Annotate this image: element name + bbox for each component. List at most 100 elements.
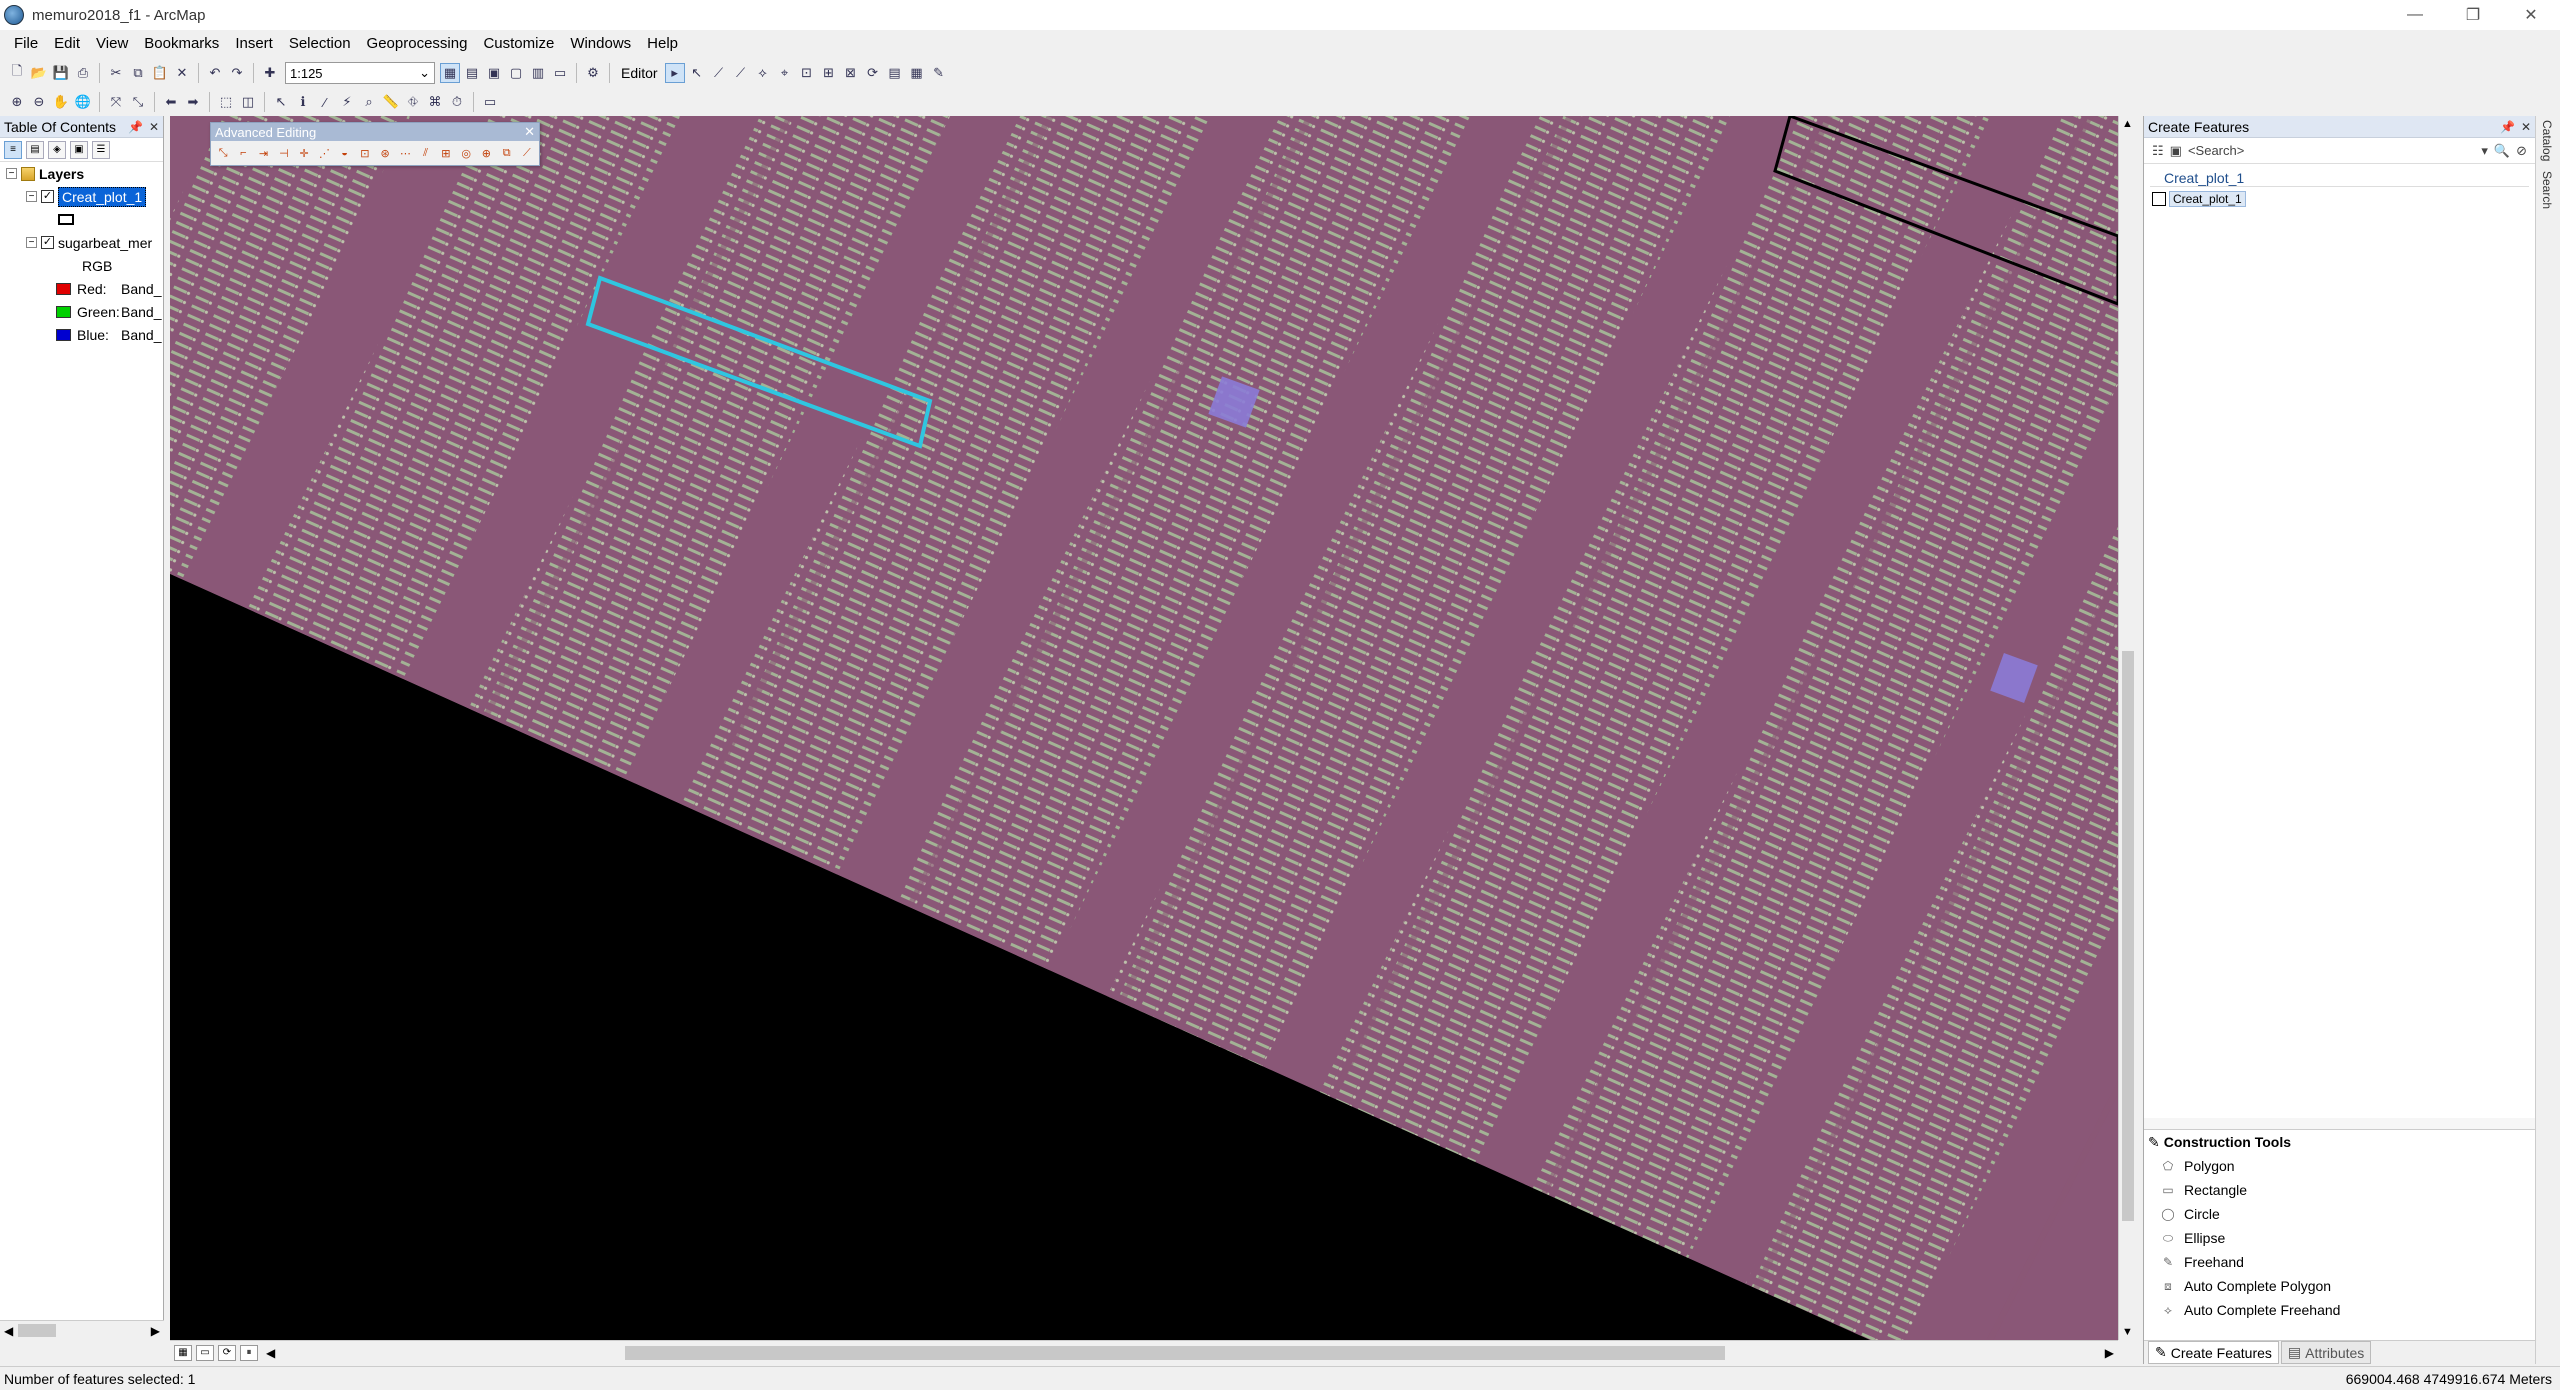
template-group-header[interactable]: Creat_plot_1 [2150,164,2529,187]
pause-drawing-icon[interactable]: ⏸ [240,1344,258,1361]
reshape-icon[interactable]: ⊡ [797,63,817,83]
rotate-icon[interactable]: ⟳ [863,63,883,83]
menu-help[interactable]: Help [639,31,686,57]
map-vertical-scrollbar[interactable]: ▲ ▼ [2118,116,2136,1340]
collapse-icon[interactable]: − [26,191,37,202]
data-view-icon[interactable]: ▦ [174,1344,192,1361]
scroll-right-icon[interactable]: ▶ [2105,1346,2114,1360]
close-icon[interactable]: ✕ [149,120,159,134]
trace-icon[interactable]: ⟡ [753,63,773,83]
menu-edit[interactable]: Edit [46,31,88,57]
search-icon[interactable]: 🔍 [2494,143,2510,159]
tool-ellipse[interactable]: ⬭ Ellipse [2144,1226,2536,1250]
catalog-side-tab[interactable]: Catalog [2540,120,2554,161]
map-scale-dropdown[interactable]: 1:125 ⌄ [285,62,435,84]
scroll-up-icon[interactable]: ▲ [2122,118,2133,130]
green-band-swatch[interactable] [56,305,71,318]
editor-toolbar-toggle-icon[interactable]: ▦ [440,63,460,83]
select-features-icon[interactable]: ⬚ [216,92,236,112]
endpoint-arc-icon[interactable]: ⟋ [731,63,751,83]
tab-attributes[interactable]: ▤ Attributes [2280,1341,2372,1364]
back-extent-icon[interactable]: ⬅ [161,92,181,112]
merge-icon[interactable]: ⊞ [438,144,454,162]
close-icon[interactable]: ✕ [2521,120,2531,134]
toc-row-layers[interactable]: − Layers [0,162,163,185]
list-by-selection-icon[interactable]: ▣ [70,140,88,159]
goto-xy-icon[interactable]: ⌘ [425,92,445,112]
cut-icon[interactable]: ✂ [106,63,126,83]
scroll-left-icon[interactable]: ◀ [4,1324,13,1338]
layer-visibility-checkbox[interactable]: ✓ [41,190,54,203]
table-window-icon[interactable]: ▤ [462,63,482,83]
edit-vertices-icon[interactable]: ⌖ [775,63,795,83]
advanced-editing-titlebar[interactable]: Advanced Editing ✕ [211,123,539,141]
layer-name-creat-plot[interactable]: Creat_plot_1 [58,186,147,207]
menu-view[interactable]: View [88,31,136,57]
tool-auto-complete-freehand[interactable]: ⟡ Auto Complete Freehand [2144,1298,2536,1322]
full-extent-icon[interactable]: 🌐 [73,92,93,112]
toc-horizontal-scrollbar[interactable]: ◀ ▶ [0,1320,164,1340]
layer-name-sugarbeat[interactable]: sugarbeat_mer [58,235,152,251]
split-multipart-icon[interactable]: ⋰ [316,144,332,162]
construct-geodetic-icon[interactable]: ◒ [337,144,353,162]
new-document-icon[interactable]: 🗋 [7,63,27,83]
time-slider-icon[interactable]: ⏱ [447,92,467,112]
straight-segment-icon[interactable]: ⟋ [709,63,729,83]
scroll-thumb[interactable] [625,1346,1725,1360]
layer-filter-icon[interactable]: ▣ [2170,143,2182,159]
feature-template-creat-plot[interactable]: Creat_plot_1 [2144,187,2535,211]
catalog-window-icon[interactable]: ▣ [484,63,504,83]
trim-icon[interactable]: ⊣ [276,144,292,162]
scroll-thumb[interactable] [18,1324,56,1337]
split-icon[interactable]: ⊠ [841,63,861,83]
redo-icon[interactable]: ↷ [227,63,247,83]
scroll-left-icon[interactable]: ◀ [266,1346,275,1360]
search-window-icon[interactable]: ▢ [506,63,526,83]
model-builder-icon[interactable]: ⚙ [583,63,603,83]
undo-icon[interactable]: ↶ [205,63,225,83]
clip-icon[interactable]: ⧉ [499,144,515,162]
create-viewer-icon[interactable]: ▭ [480,92,500,112]
tool-circle[interactable]: ◯ Circle [2144,1202,2536,1226]
fillet-icon[interactable]: ⌐ [235,144,251,162]
print-icon[interactable]: ⎙ [73,63,93,83]
map-horizontal-scrollbar[interactable]: ▦ ▭ ⟳ ⏸ ◀ ▶ [170,1340,2118,1364]
list-by-visibility-icon[interactable]: ◈ [48,140,66,159]
collapse-icon[interactable]: − [26,237,37,248]
cut-polygons-icon[interactable]: ⊞ [819,63,839,83]
align-to-shape-icon[interactable]: ⊡ [357,144,373,162]
refresh-icon[interactable]: ⟳ [218,1344,236,1361]
fixed-zoom-out-icon[interactable]: ⤡ [128,92,148,112]
map-display[interactable] [170,116,2118,1340]
menu-insert[interactable]: Insert [227,31,281,57]
scroll-thumb[interactable] [2122,651,2134,1221]
pan-icon[interactable]: ✋ [51,92,71,112]
copy-icon[interactable]: ⧉ [128,63,148,83]
map-canvas[interactable] [170,116,2118,1340]
toc-options-icon[interactable]: ☰ [92,140,110,159]
copy-parallel-icon[interactable]: ⫽ [418,144,434,162]
scroll-down-icon[interactable]: ▼ [2122,1326,2133,1338]
sketch-properties-icon[interactable]: ▦ [907,63,927,83]
tab-create-features[interactable]: ✎ Create Features [2148,1341,2279,1364]
attributes-icon[interactable]: ▤ [885,63,905,83]
arctoolbox-icon[interactable]: ▥ [528,63,548,83]
identify-icon[interactable]: ℹ [293,92,313,112]
python-window-icon[interactable]: ▭ [550,63,570,83]
red-band-swatch[interactable] [56,282,71,295]
tool-auto-complete-polygon[interactable]: ⧈ Auto Complete Polygon [2144,1274,2536,1298]
paste-icon[interactable]: 📋 [150,63,170,83]
route-icon[interactable]: ⛗ [403,92,423,112]
zoom-in-icon[interactable]: ⊕ [7,92,27,112]
replace-geometry-icon[interactable]: ⊛ [377,144,393,162]
close-button[interactable]: ✕ [2502,0,2560,30]
layout-view-icon[interactable]: ▭ [196,1344,214,1361]
edit-annotation-icon[interactable]: ↖ [687,63,707,83]
organize-templates-icon[interactable]: ☷ [2152,143,2164,159]
measure-icon[interactable]: 📏 [381,92,401,112]
toc-row-creat-plot-symbol[interactable] [0,208,163,231]
pin-icon[interactable]: 📌 [128,120,143,134]
create-features-icon[interactable]: ✎ [929,63,949,83]
copy-features-icon[interactable]: ⤡ [215,144,231,162]
toc-row-sugarbeat[interactable]: − ✓ sugarbeat_mer [0,231,163,254]
